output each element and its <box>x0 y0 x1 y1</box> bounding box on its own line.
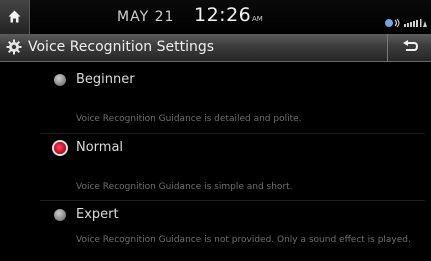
divider <box>40 133 425 134</box>
option-label: Normal <box>76 140 124 155</box>
option-description: Voice Recognition Guidance is not provid… <box>76 235 411 245</box>
option-description: Voice Recognition Guidance is simple and… <box>76 182 293 192</box>
status-date: MAY 21 <box>117 9 175 25</box>
home-button[interactable] <box>0 0 30 34</box>
radio-expert[interactable] <box>54 208 66 221</box>
back-arrow-icon <box>403 40 418 51</box>
option-label: Expert <box>76 207 119 222</box>
status-icons <box>385 13 429 32</box>
status-bar: MAY 21 12:26 AM <box>0 0 431 34</box>
option-label: Beginner <box>76 72 135 87</box>
bluetooth-phone-icon <box>385 18 400 28</box>
option-description: Voice Recognition Guidance is detailed a… <box>76 114 302 124</box>
gear-icon <box>6 39 22 55</box>
status-time: 12:26 <box>194 4 252 26</box>
title-bar: Voice Recognition Settings <box>0 34 431 62</box>
option-expert[interactable]: Expert <box>54 207 119 222</box>
option-beginner[interactable]: Beginner <box>54 72 135 87</box>
signal-icon <box>404 19 427 27</box>
option-normal[interactable]: Normal <box>54 140 123 155</box>
radio-beginner[interactable] <box>54 73 66 86</box>
divider <box>40 200 425 201</box>
status-ampm: AM <box>252 15 263 23</box>
back-button[interactable] <box>387 34 431 61</box>
home-icon <box>8 10 21 23</box>
page-title: Voice Recognition Settings <box>28 39 215 55</box>
radio-normal[interactable] <box>54 141 66 154</box>
